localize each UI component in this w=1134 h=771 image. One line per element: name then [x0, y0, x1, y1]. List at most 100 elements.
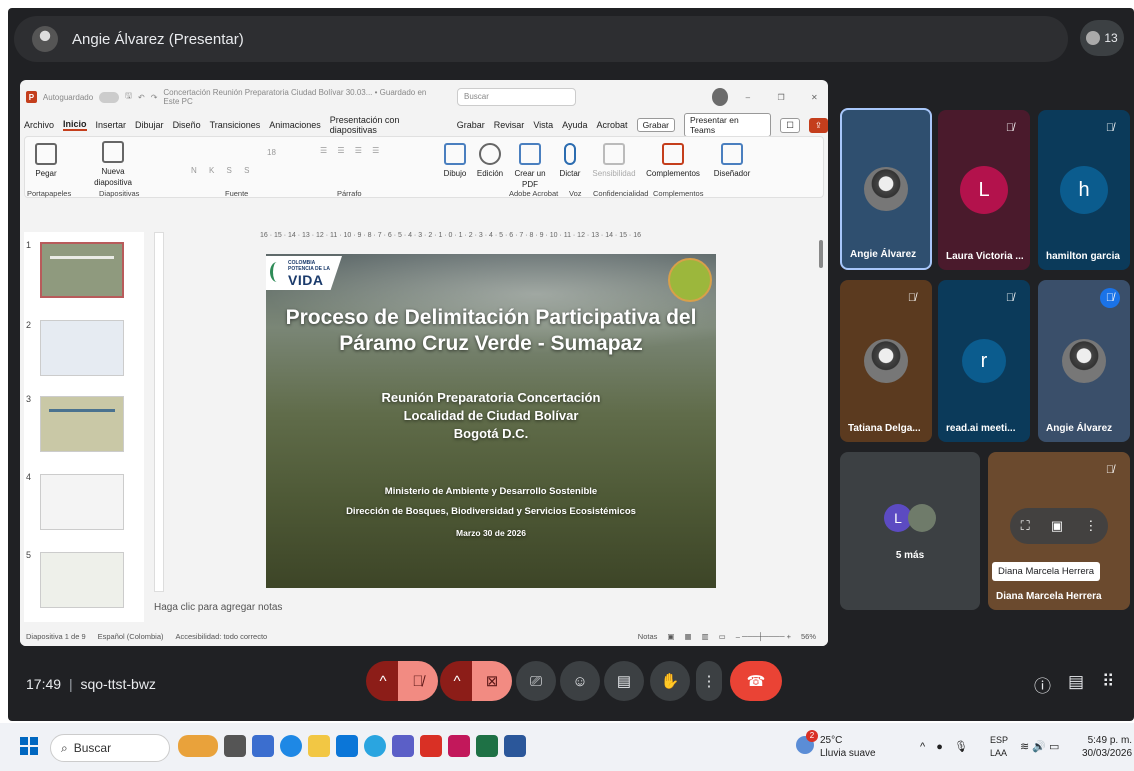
menu-grabar[interactable]: Grabar — [457, 120, 485, 130]
audio-options-button[interactable]: ^ — [366, 661, 400, 701]
teams-icon[interactable] — [392, 735, 414, 757]
slideshow-icon[interactable]: ▭ — [719, 632, 726, 641]
menu-insertar[interactable]: Insertar — [96, 120, 127, 130]
slide-canvas[interactable]: COLOMBIA POTENCIA DE LA VIDA Proceso de … — [266, 254, 716, 588]
create-pdf-button[interactable]: Crear un PDF — [513, 143, 547, 190]
scroll-thumb[interactable] — [819, 240, 823, 268]
language-status[interactable]: Español (Colombia) — [98, 632, 164, 641]
autosave-toggle[interactable] — [99, 91, 120, 103]
save-icon[interactable]: 🖫 — [125, 90, 132, 104]
present-teams-button[interactable]: Presentar en Teams — [684, 113, 772, 137]
menu-ayuda[interactable]: Ayuda — [562, 120, 587, 130]
close-icon[interactable]: ✕ — [801, 93, 828, 102]
slide-scrollbar[interactable] — [818, 232, 824, 592]
slide-thumb-2[interactable] — [40, 320, 124, 376]
info-icon[interactable]: ⓘ — [1034, 672, 1051, 697]
font-size-field[interactable]: 18 — [191, 147, 311, 158]
menu-inicio[interactable]: Inicio — [63, 119, 87, 131]
wifi-sound-battery-icons[interactable]: ≋ 🔊 ▭ — [1020, 740, 1059, 753]
captions-button[interactable]: ▤ — [604, 661, 644, 701]
menu-revisar[interactable]: Revisar — [494, 120, 525, 130]
accessibility-status[interactable]: Accesibilidad: todo correcto — [176, 632, 268, 641]
microphone-icon[interactable]: 🎙 — [954, 741, 968, 753]
menu-acrobat[interactable]: Acrobat — [597, 120, 628, 130]
slide-thumb-1[interactable] — [40, 242, 124, 298]
mic-toggle-button[interactable]: 🎙̸ — [398, 661, 438, 701]
taskview-icon[interactable] — [224, 735, 246, 757]
zoom-level[interactable]: 56% — [801, 632, 816, 641]
dictate-button[interactable]: Dictar — [555, 143, 585, 179]
paste-button[interactable]: Pegar — [31, 143, 61, 179]
taskbar-search[interactable]: ⌕ Buscar — [50, 734, 170, 762]
share-icon[interactable]: ⇪ — [808, 117, 828, 133]
participant-tile[interactable]: Angie Álvarez — [840, 108, 932, 270]
sorter-view-icon[interactable]: ▦ — [684, 632, 691, 641]
present-button[interactable]: ⎚ — [516, 661, 556, 701]
paragraph-buttons[interactable]: ☰ ☰ ☰ ☰ — [320, 145, 400, 156]
reading-view-icon[interactable]: ▥ — [702, 632, 709, 641]
participant-tile[interactable]: 🎙̸ h hamilton garcia — [1038, 110, 1130, 270]
camera-toggle-button[interactable]: ⊠ — [472, 661, 512, 701]
record-button[interactable]: Grabar — [636, 118, 676, 132]
more-participants-tile[interactable]: L 5 más — [840, 452, 980, 610]
pin-icon[interactable]: ⛶ — [1021, 518, 1030, 534]
minimize-icon[interactable]: – — [734, 93, 761, 102]
windows-start-icon[interactable] — [20, 737, 38, 755]
menu-dibujar[interactable]: Dibujar — [135, 120, 164, 130]
app-tray-icon[interactable]: ● — [936, 741, 943, 753]
widget-icon[interactable] — [178, 735, 218, 757]
restore-icon[interactable]: ❐ — [768, 93, 795, 102]
participant-tile-diana[interactable]: 🎙̸ ⛶ ▣ ⋮ Diana Marcela Herrera Diana Mar… — [988, 452, 1130, 610]
file-explorer-icon[interactable] — [308, 735, 330, 757]
addins-button[interactable]: Complementos — [641, 143, 705, 179]
participant-tile[interactable]: 🎙̸ Tatiana Delga... — [840, 280, 932, 442]
participant-tile[interactable]: 🎙̸ Angie Álvarez — [1038, 280, 1130, 442]
taskbar-clock[interactable]: 5:49 p. m. 30/03/2026 — [1082, 734, 1132, 760]
notes-placeholder[interactable]: Haga clic para agregar notas — [154, 602, 282, 613]
store-icon[interactable] — [336, 735, 358, 757]
chrome-icon[interactable] — [364, 735, 386, 757]
menu-transiciones[interactable]: Transiciones — [210, 120, 261, 130]
undo-icon[interactable]: ↶ — [138, 93, 145, 102]
participant-tile[interactable]: 🎙̸ L Laura Victoria ... — [938, 110, 1030, 270]
app-icon[interactable] — [252, 735, 274, 757]
language-indicator[interactable]: ESP LAA — [990, 734, 1008, 760]
end-call-button[interactable]: ☎ — [730, 661, 782, 701]
activities-icon[interactable]: ⠿ — [1102, 672, 1114, 692]
weather-widget[interactable]: 2 25°C Lluvia suave — [796, 730, 876, 760]
app-icon[interactable] — [448, 735, 470, 757]
menu-vista[interactable]: Vista — [533, 120, 553, 130]
sensitivity-button[interactable]: Sensibilidad — [591, 143, 637, 179]
slide-thumb-4[interactable] — [40, 474, 124, 530]
normal-view-icon[interactable]: ▣ — [667, 632, 674, 641]
menu-archivo[interactable]: Archivo — [24, 120, 54, 130]
notes-button[interactable]: Notas — [638, 632, 658, 641]
ppt-user-avatar[interactable] — [711, 88, 729, 106]
menu-diseno[interactable]: Diseño — [173, 120, 201, 130]
participants-button[interactable]: 13 — [1080, 20, 1124, 56]
more-options-button[interactable]: ⋮ — [696, 661, 722, 701]
participant-tile[interactable]: 🎙̸ r read.ai meeti... — [938, 280, 1030, 442]
reactions-button[interactable]: ☺ — [560, 661, 600, 701]
menu-presentacion[interactable]: Presentación con diapositivas — [330, 115, 448, 135]
comments-icon[interactable]: ☐ — [780, 117, 800, 133]
zoom-slider[interactable]: – ───┼──── + — [736, 632, 791, 641]
ppt-search-input[interactable]: Buscar — [457, 88, 576, 106]
slide-thumb-3[interactable] — [40, 396, 124, 452]
edit-button[interactable]: Edición — [475, 143, 505, 179]
acrobat-icon[interactable] — [420, 735, 442, 757]
chat-icon[interactable]: ▤ — [1068, 672, 1084, 692]
new-slide-button[interactable]: Nueva diapositiva — [91, 141, 135, 188]
excel-icon[interactable] — [476, 735, 498, 757]
font-format-buttons[interactable]: N K S S — [191, 165, 311, 176]
slide-thumb-5[interactable] — [40, 552, 124, 608]
frame-icon[interactable]: ▣ — [1051, 518, 1063, 534]
video-options-button[interactable]: ^ — [440, 661, 474, 701]
more-options-icon[interactable]: ⋮ — [1084, 518, 1097, 534]
draw-button[interactable]: Dibujo — [440, 143, 470, 179]
edge-icon[interactable] — [280, 735, 302, 757]
word-icon[interactable] — [504, 735, 526, 757]
raise-hand-button[interactable]: ✋ — [650, 661, 690, 701]
menu-animaciones[interactable]: Animaciones — [269, 120, 321, 130]
chevron-up-icon[interactable]: ^ — [920, 741, 925, 753]
